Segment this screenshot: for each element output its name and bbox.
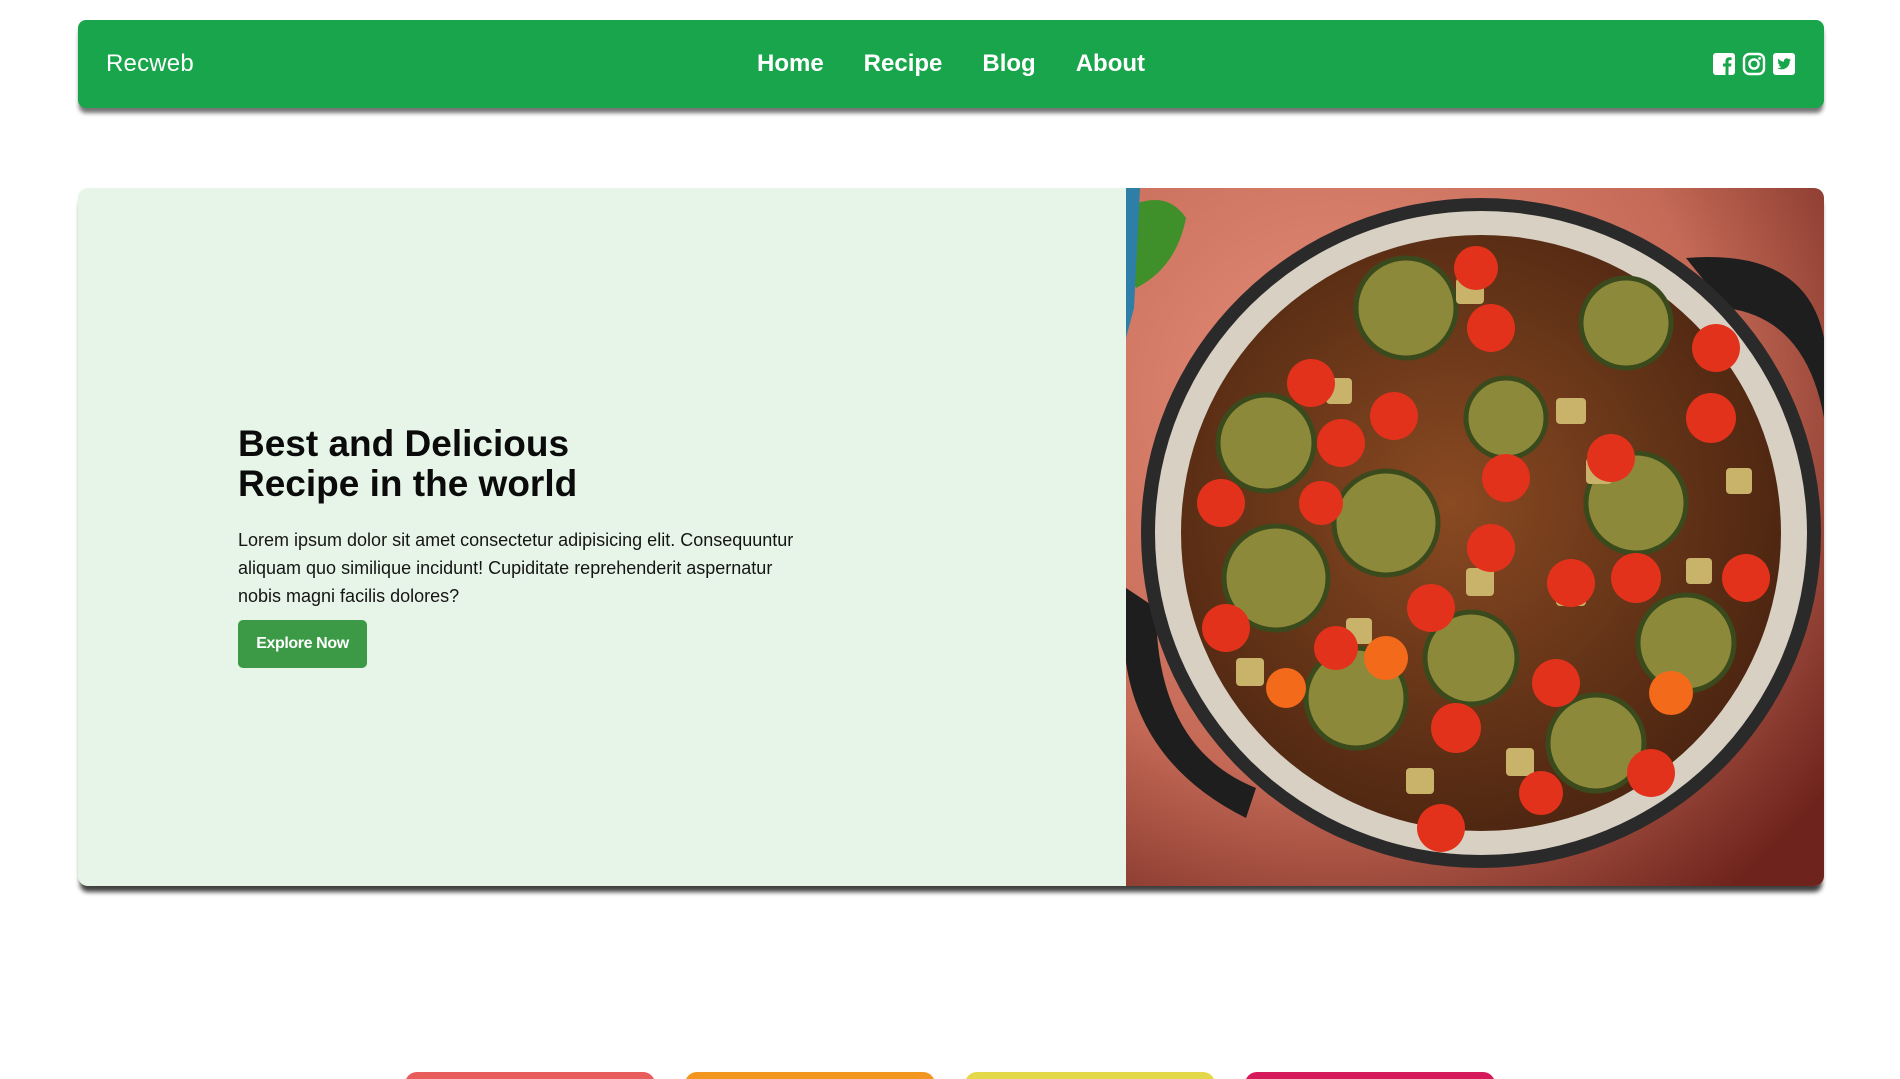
social-links (1712, 52, 1796, 76)
facebook-icon[interactable] (1712, 52, 1736, 76)
explore-now-button[interactable]: Explore Now (238, 620, 367, 668)
nav-link-blog[interactable]: Blog (982, 50, 1035, 78)
category-cards (405, 1072, 1495, 1079)
category-card-1[interactable] (405, 1072, 655, 1079)
hero-food-image (1126, 188, 1824, 886)
hero-text-block: Best and Delicious Recipe in the world L… (238, 424, 838, 668)
instagram-icon[interactable] (1742, 52, 1766, 76)
category-card-3[interactable] (965, 1072, 1215, 1079)
category-card-2[interactable] (685, 1072, 935, 1079)
main-nav: Home Recipe Blog About (757, 50, 1145, 78)
brand-logo[interactable]: Recweb (106, 50, 194, 78)
twitter-icon[interactable] (1772, 52, 1796, 76)
top-navbar: Recweb Home Recipe Blog About (78, 20, 1824, 108)
hero-section: Best and Delicious Recipe in the world L… (78, 188, 1824, 886)
hero-title: Best and Delicious Recipe in the world (238, 423, 578, 504)
nav-link-home[interactable]: Home (757, 50, 824, 78)
nav-link-recipe[interactable]: Recipe (864, 50, 943, 78)
category-card-4[interactable] (1245, 1072, 1495, 1079)
nav-link-about[interactable]: About (1076, 50, 1145, 78)
hero-description: Lorem ipsum dolor sit amet consectetur a… (238, 530, 794, 606)
